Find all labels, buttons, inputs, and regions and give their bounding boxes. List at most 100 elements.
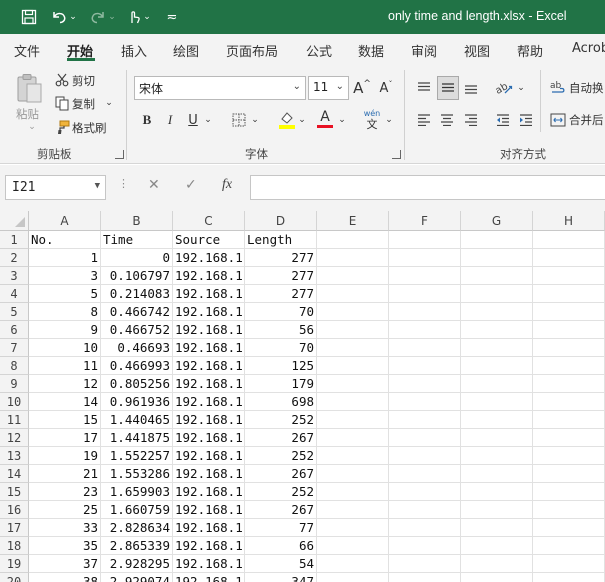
align-center-icon[interactable] <box>437 110 457 130</box>
cell-h5[interactable] <box>533 303 605 321</box>
row-header[interactable]: 10 <box>0 393 29 411</box>
cell-g7[interactable] <box>461 339 533 357</box>
format-painter-label[interactable]: 格式刷 <box>72 120 107 136</box>
cell-d8[interactable]: 125 <box>245 357 317 375</box>
cell-b9[interactable]: 0.805256 <box>101 375 173 393</box>
cell-e10[interactable] <box>317 393 389 411</box>
cell-b5[interactable]: 0.466742 <box>101 303 173 321</box>
italic-button[interactable]: I <box>162 110 178 130</box>
row-header[interactable]: 17 <box>0 519 29 537</box>
underline-button[interactable]: U <box>185 110 201 130</box>
cell-f15[interactable] <box>389 483 461 501</box>
cell-d12[interactable]: 267 <box>245 429 317 447</box>
column-header-f[interactable]: F <box>389 211 461 231</box>
borders-icon[interactable] <box>230 111 248 129</box>
cell-d15[interactable]: 252 <box>245 483 317 501</box>
fill-color-icon[interactable] <box>277 109 297 131</box>
bold-button[interactable]: B <box>138 110 156 130</box>
cell-b20[interactable]: 2.929074 <box>101 573 173 582</box>
cell-b1[interactable]: Time <box>101 231 173 249</box>
cell-h19[interactable] <box>533 555 605 573</box>
cell-a16[interactable]: 25 <box>29 501 101 519</box>
column-header-h[interactable]: H <box>533 211 605 231</box>
cell-g19[interactable] <box>461 555 533 573</box>
cell-c4[interactable]: 192.168.1 <box>173 285 245 303</box>
cell-h3[interactable] <box>533 267 605 285</box>
cell-g4[interactable] <box>461 285 533 303</box>
cell-e13[interactable] <box>317 447 389 465</box>
cell-d4[interactable]: 277 <box>245 285 317 303</box>
cell-e1[interactable] <box>317 231 389 249</box>
row-header[interactable]: 18 <box>0 537 29 555</box>
cell-d18[interactable]: 66 <box>245 537 317 555</box>
font-launcher-icon[interactable] <box>392 150 401 159</box>
cell-d1[interactable]: Length <box>245 231 317 249</box>
font-color-icon[interactable]: A <box>315 108 335 130</box>
cell-f1[interactable] <box>389 231 461 249</box>
cell-g10[interactable] <box>461 393 533 411</box>
cell-c2[interactable]: 192.168.1 <box>173 249 245 267</box>
cell-g2[interactable] <box>461 249 533 267</box>
row-header[interactable]: 8 <box>0 357 29 375</box>
cell-h9[interactable] <box>533 375 605 393</box>
cell-d11[interactable]: 252 <box>245 411 317 429</box>
underline-dropdown-icon[interactable]: ⌄ <box>203 112 213 128</box>
tab-page-layout[interactable]: 页面布局 <box>226 41 278 60</box>
row-header[interactable]: 4 <box>0 285 29 303</box>
cell-d19[interactable]: 54 <box>245 555 317 573</box>
cell-e6[interactable] <box>317 321 389 339</box>
cell-f9[interactable] <box>389 375 461 393</box>
cell-e15[interactable] <box>317 483 389 501</box>
increase-indent-icon[interactable] <box>516 110 536 130</box>
tab-file[interactable]: 文件 <box>14 41 40 60</box>
cell-g6[interactable] <box>461 321 533 339</box>
enter-icon[interactable]: ✓ <box>185 177 197 193</box>
cell-g9[interactable] <box>461 375 533 393</box>
cell-d14[interactable]: 267 <box>245 465 317 483</box>
cell-h17[interactable] <box>533 519 605 537</box>
row-header[interactable]: 15 <box>0 483 29 501</box>
chevron-down-icon[interactable]: ▼ <box>95 181 100 191</box>
cell-e3[interactable] <box>317 267 389 285</box>
row-header[interactable]: 7 <box>0 339 29 357</box>
row-header[interactable]: 5 <box>0 303 29 321</box>
cell-d17[interactable]: 77 <box>245 519 317 537</box>
cell-d6[interactable]: 56 <box>245 321 317 339</box>
row-header[interactable]: 19 <box>0 555 29 573</box>
row-header[interactable]: 1 <box>0 231 29 249</box>
cell-c8[interactable]: 192.168.1 <box>173 357 245 375</box>
cell-a20[interactable]: 38 <box>29 573 101 582</box>
tab-data[interactable]: 数据 <box>358 41 384 60</box>
paste-dropdown-icon[interactable]: ⌄ <box>27 122 37 132</box>
cell-a10[interactable]: 14 <box>29 393 101 411</box>
insert-function-button[interactable]: fx <box>222 177 232 193</box>
cell-d13[interactable]: 252 <box>245 447 317 465</box>
merge-center-label[interactable]: 合并后 <box>569 112 604 128</box>
cell-c19[interactable]: 192.168.1 <box>173 555 245 573</box>
cell-e19[interactable] <box>317 555 389 573</box>
cell-b4[interactable]: 0.214083 <box>101 285 173 303</box>
tab-review[interactable]: 审阅 <box>411 41 437 60</box>
cell-a18[interactable]: 35 <box>29 537 101 555</box>
cell-f5[interactable] <box>389 303 461 321</box>
cell-a9[interactable]: 12 <box>29 375 101 393</box>
paste-icon[interactable] <box>12 72 46 106</box>
cell-c3[interactable]: 192.168.1 <box>173 267 245 285</box>
row-header[interactable]: 13 <box>0 447 29 465</box>
cell-c20[interactable]: 192.168.1 <box>173 573 245 582</box>
cell-g11[interactable] <box>461 411 533 429</box>
cell-f13[interactable] <box>389 447 461 465</box>
row-header[interactable]: 6 <box>0 321 29 339</box>
cell-a4[interactable]: 5 <box>29 285 101 303</box>
cell-f11[interactable] <box>389 411 461 429</box>
cell-h16[interactable] <box>533 501 605 519</box>
cell-h14[interactable] <box>533 465 605 483</box>
row-header[interactable]: 3 <box>0 267 29 285</box>
cell-a7[interactable]: 10 <box>29 339 101 357</box>
cell-b17[interactable]: 2.828634 <box>101 519 173 537</box>
cell-h15[interactable] <box>533 483 605 501</box>
undo-icon[interactable]: ⌄ <box>47 5 81 29</box>
cell-h4[interactable] <box>533 285 605 303</box>
cell-e20[interactable] <box>317 573 389 582</box>
formula-input[interactable] <box>250 175 605 200</box>
